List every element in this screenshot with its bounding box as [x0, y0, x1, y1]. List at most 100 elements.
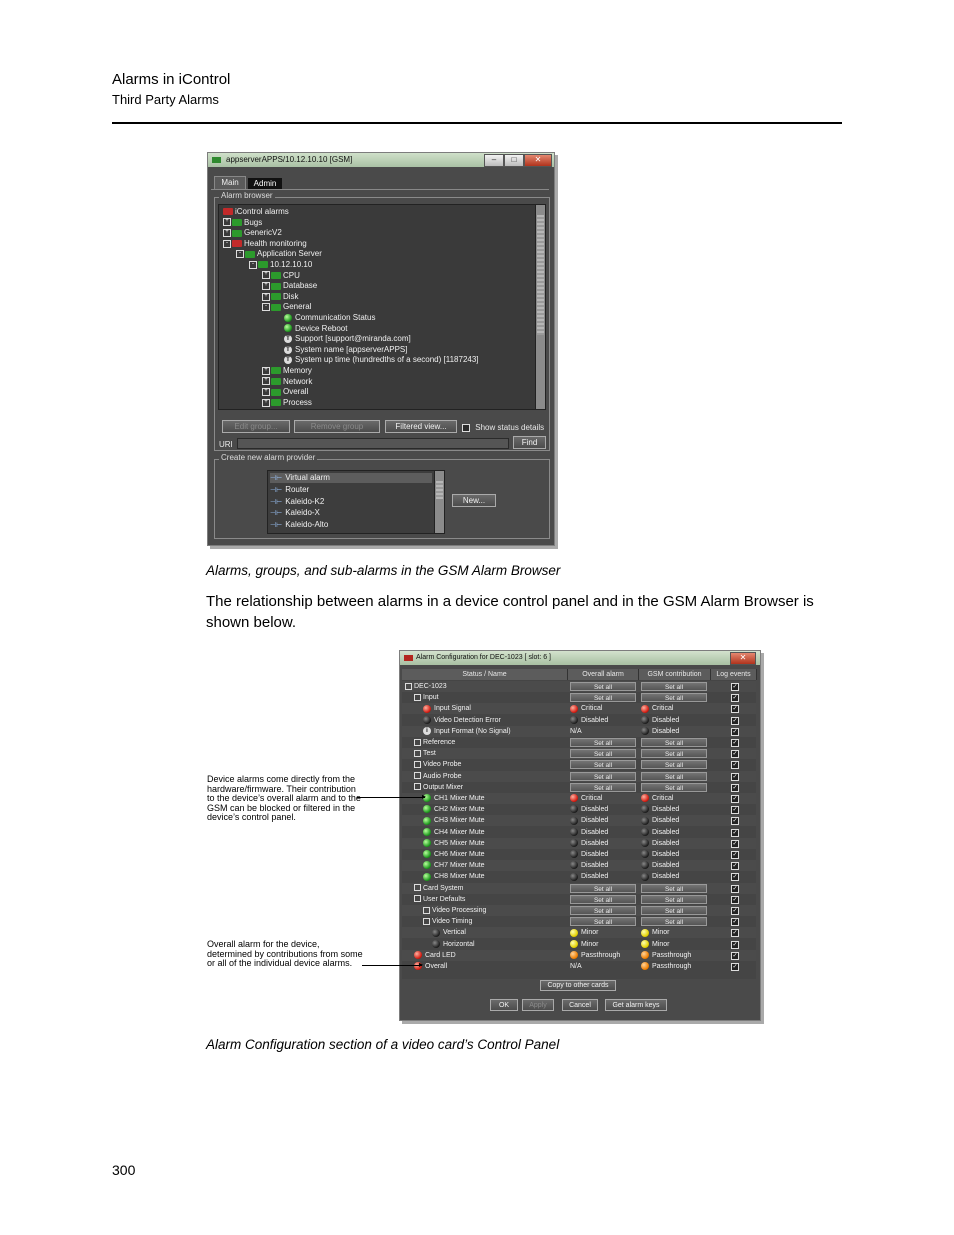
- tree-toggle-icon[interactable]: +: [262, 398, 270, 407]
- tree-toggle-icon[interactable]: [414, 895, 421, 903]
- tree-item[interactable]: + Overall: [262, 387, 308, 397]
- log-events-checkbox[interactable]: ✓: [731, 918, 739, 927]
- close-icon[interactable]: ✕: [524, 154, 552, 167]
- provider-item[interactable]: ⊣⊢ Virtual alarm: [270, 473, 432, 483]
- overall-alarm-cell[interactable]: Disabled: [570, 871, 608, 882]
- set-all-button[interactable]: Set all: [641, 682, 707, 691]
- log-events-checkbox[interactable]: ✓: [731, 694, 739, 703]
- tree-item[interactable]: + Memory: [262, 366, 312, 376]
- provider-item[interactable]: ⊣⊢ Kaleido-Alto: [270, 520, 432, 530]
- log-events-checkbox[interactable]: ✓: [731, 929, 739, 938]
- tree-toggle-icon[interactable]: -: [262, 303, 270, 312]
- set-all-button[interactable]: Set all: [570, 894, 636, 904]
- gsm-contribution-cell[interactable]: Passthrough: [641, 961, 691, 972]
- tree-toggle-icon[interactable]: +: [262, 366, 270, 375]
- tree-item[interactable]: + CPU: [262, 271, 300, 281]
- gsm-contribution-cell[interactable]: Disabled: [641, 815, 679, 826]
- tree-item[interactable]: + GenericV2: [223, 228, 282, 238]
- gsm-contribution-cell[interactable]: Disabled: [641, 715, 679, 726]
- set-all-button[interactable]: Set all: [641, 782, 707, 792]
- gsm-contribution-cell[interactable]: Disabled: [641, 849, 679, 860]
- set-all-button[interactable]: Set all: [641, 693, 707, 703]
- log-events-checkbox[interactable]: ✓: [731, 828, 739, 837]
- tree-item[interactable]: T Support [support@miranda.com]: [275, 334, 411, 344]
- log-events-checkbox[interactable]: ✓: [731, 907, 739, 915]
- tree-item[interactable]: + Process: [262, 398, 312, 408]
- tree-item[interactable]: + Database: [262, 281, 317, 291]
- tree-toggle-icon[interactable]: +: [262, 292, 270, 301]
- find-button[interactable]: Find: [513, 436, 546, 449]
- close-icon[interactable]: ✕: [730, 652, 756, 665]
- provider-item[interactable]: ⊣⊢ Router: [270, 485, 432, 495]
- set-all-button[interactable]: Set all: [641, 738, 707, 747]
- tree-toggle-icon[interactable]: +: [262, 388, 270, 397]
- overall-alarm-cell[interactable]: Disabled: [570, 838, 608, 849]
- log-events-checkbox[interactable]: ✓: [731, 716, 739, 725]
- overall-alarm-cell[interactable]: Disabled: [570, 860, 608, 871]
- log-events-checkbox[interactable]: ✓: [731, 895, 739, 904]
- log-events-checkbox[interactable]: ✓: [731, 750, 739, 759]
- tree-item[interactable]: Communication Status: [275, 313, 375, 323]
- vertical-scrollbar[interactable]: [434, 471, 444, 533]
- overall-alarm-cell[interactable]: Critical: [570, 793, 602, 804]
- tree-toggle-icon[interactable]: [414, 783, 421, 791]
- checkbox-box[interactable]: [462, 423, 470, 432]
- tree-item[interactable]: T System name [appserverAPPS]: [275, 345, 408, 355]
- overall-alarm-cell[interactable]: Disabled: [570, 804, 608, 815]
- log-events-checkbox[interactable]: ✓: [731, 940, 739, 949]
- edit-group-button[interactable]: Edit group...: [222, 420, 290, 433]
- set-all-button[interactable]: Set all: [641, 883, 707, 893]
- overall-alarm-cell[interactable]: Disabled: [570, 827, 608, 838]
- tree-toggle-icon[interactable]: [414, 693, 421, 701]
- new-provider-button[interactable]: New...: [452, 494, 496, 507]
- set-all-button[interactable]: Set all: [641, 894, 707, 904]
- log-events-checkbox[interactable]: ✓: [731, 761, 739, 770]
- set-all-button[interactable]: Set all: [570, 917, 636, 927]
- set-all-button[interactable]: Set all: [570, 906, 636, 915]
- ok-button[interactable]: OK: [490, 999, 518, 1011]
- set-all-button[interactable]: Set all: [641, 760, 707, 770]
- set-all-button[interactable]: Set all: [570, 682, 636, 691]
- gsm-contribution-cell[interactable]: Minor: [641, 927, 670, 938]
- tree-toggle-icon[interactable]: -: [249, 260, 257, 269]
- provider-item[interactable]: ⊣⊢ Kaleido-K2: [270, 497, 432, 507]
- tree-toggle-icon[interactable]: +: [223, 229, 231, 238]
- tree-toggle-icon[interactable]: +: [262, 377, 270, 386]
- set-all-button[interactable]: Set all: [641, 771, 707, 781]
- gsm-contribution-cell[interactable]: Critical: [641, 703, 673, 714]
- set-all-button[interactable]: Set all: [641, 749, 707, 759]
- log-events-checkbox[interactable]: ✓: [731, 884, 739, 893]
- set-all-button[interactable]: Set all: [570, 771, 636, 781]
- set-all-button[interactable]: Set all: [641, 917, 707, 927]
- overall-alarm-cell[interactable]: Disabled: [570, 815, 608, 826]
- gsm-contribution-cell[interactable]: Passthrough: [641, 950, 691, 961]
- tree-toggle-icon[interactable]: +: [262, 271, 270, 280]
- set-all-button[interactable]: Set all: [570, 883, 636, 893]
- set-all-button[interactable]: Set all: [570, 782, 636, 792]
- scrollbar-thumb[interactable]: [436, 481, 443, 499]
- tree-toggle-icon[interactable]: -: [223, 239, 231, 248]
- log-events-checkbox[interactable]: ✓: [731, 851, 739, 859]
- tree-toggle-icon[interactable]: [405, 682, 412, 690]
- overall-alarm-cell[interactable]: N/A: [570, 726, 582, 737]
- overall-alarm-cell[interactable]: Passthrough: [570, 950, 620, 961]
- cancel-button[interactable]: Cancel: [562, 999, 598, 1011]
- uri-input[interactable]: [237, 438, 509, 449]
- log-events-checkbox[interactable]: ✓: [731, 783, 739, 792]
- get-alarm-keys-button[interactable]: Get alarm keys: [605, 999, 667, 1011]
- scrollbar-thumb[interactable]: [537, 215, 544, 335]
- set-all-button[interactable]: Set all: [570, 738, 636, 747]
- set-all-button[interactable]: Set all: [570, 749, 636, 759]
- gsm-contribution-cell[interactable]: Disabled: [641, 827, 679, 838]
- copy-to-other-cards-button[interactable]: Copy to other cards: [540, 980, 616, 991]
- tree-toggle-icon[interactable]: -: [236, 250, 244, 259]
- tree-item[interactable]: - General: [262, 302, 311, 312]
- tree-item[interactable]: + Disk: [262, 292, 299, 302]
- tree-toggle-icon[interactable]: [414, 761, 421, 769]
- overall-alarm-cell[interactable]: Minor: [570, 939, 599, 950]
- tree-toggle-icon[interactable]: [423, 906, 430, 914]
- overall-alarm-cell[interactable]: Minor: [570, 927, 599, 938]
- tree-item[interactable]: - 10.12.10.10: [249, 260, 312, 270]
- overall-alarm-cell[interactable]: Disabled: [570, 715, 608, 726]
- tree-item[interactable]: - Health monitoring: [223, 239, 307, 249]
